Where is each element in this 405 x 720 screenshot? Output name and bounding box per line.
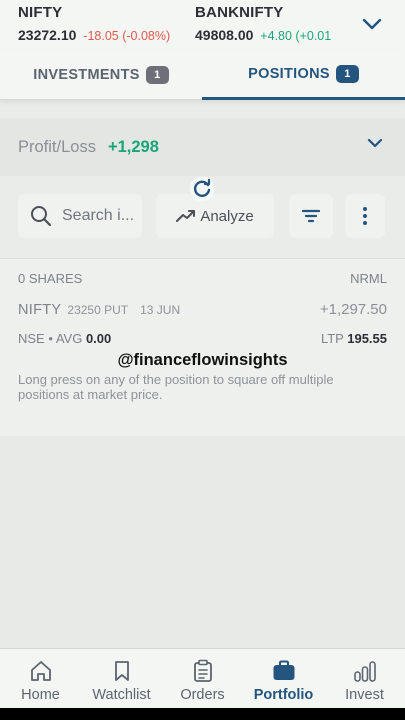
- ticker-expand-button[interactable]: [361, 14, 383, 34]
- filter-icon: [302, 209, 320, 223]
- position-strike: 23250 PUT: [67, 303, 129, 317]
- nav-portfolio[interactable]: Portfolio: [243, 649, 324, 709]
- search-input[interactable]: Search i...: [18, 194, 142, 238]
- market-ticker: NIFTY 23272.10 -18.05 (-0.08%) BANKNIFTY…: [0, 0, 405, 50]
- position-symbol: NIFTY: [18, 302, 62, 318]
- position-card[interactable]: 0 SHARES NRML NIFTY 23250 PUT 13 JUN +1,29…: [0, 258, 405, 436]
- nav-orders[interactable]: Orders: [162, 649, 243, 709]
- nav-label: Portfolio: [253, 687, 314, 703]
- position-ltp-label: LTP: [320, 331, 344, 346]
- tab-positions[interactable]: POSITIONS 1: [202, 50, 405, 100]
- separator-dot: •: [48, 331, 56, 346]
- tab-investments[interactable]: INVESTMENTS 1: [0, 50, 202, 100]
- position-ltp-value: 195.55: [347, 331, 387, 346]
- search-placeholder: Search i...: [62, 207, 135, 224]
- nav-label: Watchlist: [92, 687, 151, 703]
- nav-invest[interactable]: Invest: [324, 649, 405, 709]
- ticker-name: NIFTY: [18, 4, 63, 21]
- position-pnl: +1,297.50: [319, 301, 387, 318]
- chevron-down-icon: [362, 18, 382, 30]
- refresh-icon[interactable]: [189, 176, 215, 202]
- chevron-down-icon: [367, 138, 383, 148]
- position-avg-value: 0.00: [85, 331, 112, 346]
- trend-up-icon: [176, 210, 196, 222]
- bar-chart-icon: [353, 661, 376, 682]
- position-product: NRML: [350, 271, 387, 286]
- filter-button[interactable]: [289, 194, 333, 238]
- ticker-banknifty[interactable]: BANKNIFTY 49808.00 +4.80 (+0.01: [195, 4, 331, 43]
- tab-label: INVESTMENTS: [33, 67, 140, 83]
- briefcase-icon: [273, 660, 294, 680]
- watermark-text: @financeflowinsights: [117, 351, 288, 369]
- clipboard-icon: [193, 659, 212, 682]
- profit-loss-summary[interactable]: Profit/Loss +1,298: [0, 118, 405, 176]
- ticker-name: BANKNIFTY: [195, 4, 284, 21]
- ticker-nifty[interactable]: NIFTY 23272.10 -18.05 (-0.08%): [18, 4, 170, 43]
- ticker-value: 49808.00: [195, 27, 254, 43]
- position-shares: 0 SHARES: [18, 271, 83, 286]
- tab-label: POSITIONS: [248, 65, 330, 82]
- ticker-change: +4.80 (+0.01: [260, 29, 332, 43]
- bookmark-icon: [114, 661, 129, 681]
- search-icon: [31, 206, 52, 227]
- home-icon: [30, 661, 51, 681]
- position-avg-label: AVG: [55, 331, 83, 346]
- square-off-hint: Long press on any of the position to squ…: [18, 372, 334, 402]
- nav-label: Home: [21, 687, 60, 703]
- position-expiry: 13 JUN: [140, 303, 181, 317]
- ticker-value: 23272.10: [18, 27, 77, 43]
- nav-label: Orders: [180, 687, 225, 703]
- count-badge: 1: [145, 66, 169, 84]
- more-vertical-icon: [363, 207, 367, 225]
- analyze-label: Analyze: [200, 207, 254, 225]
- position-exchange: NSE: [18, 331, 45, 346]
- empty-area: [0, 436, 405, 648]
- more-options-button[interactable]: [345, 194, 385, 238]
- bottom-navigation: Home Watchlist Orders Portfolio Invest: [0, 648, 405, 708]
- profit-loss-label: Profit/Loss: [18, 137, 96, 156]
- system-navigation-bar: [0, 708, 405, 720]
- nav-label: Invest: [345, 687, 384, 703]
- profit-loss-value: +1,298: [107, 137, 159, 156]
- portfolio-tabs: INVESTMENTS 1 POSITIONS 1: [0, 50, 405, 100]
- analyze-button[interactable]: Analyze: [156, 194, 274, 238]
- ticker-change: -18.05 (-0.08%): [83, 29, 171, 43]
- nav-watchlist[interactable]: Watchlist: [81, 649, 162, 709]
- nav-home[interactable]: Home: [0, 649, 81, 709]
- count-badge: 1: [335, 64, 359, 83]
